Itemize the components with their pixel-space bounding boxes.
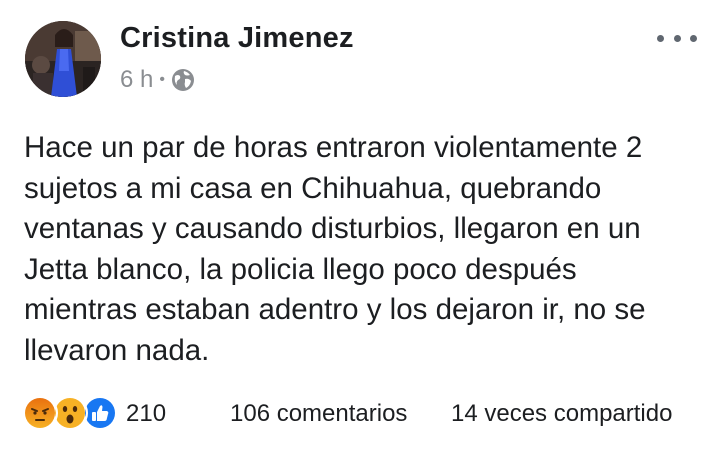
- more-dot: [690, 34, 697, 42]
- post-text-line: llevaron nada.: [24, 333, 210, 367]
- globe-icon[interactable]: [171, 68, 195, 92]
- reaction-count[interactable]: 210: [126, 400, 166, 428]
- post-text-line: ventanas y causando disturbios, llegaron…: [24, 212, 641, 245]
- more-options-icon[interactable]: [657, 26, 697, 50]
- meta-separator: •: [159, 71, 165, 88]
- post-text-line: Hace un par de horas entraron violentame…: [24, 131, 643, 164]
- post-footer: 210 106 comentarios 14 veces compartido: [22, 395, 712, 435]
- author-avatar[interactable]: [25, 21, 101, 97]
- comments-count[interactable]: 106 comentarios: [230, 400, 407, 428]
- post-text-line: mientras estaban adentro y los dejaron i…: [24, 293, 646, 326]
- more-dot: [657, 34, 664, 42]
- author-name[interactable]: Cristina Jimenez: [120, 22, 354, 55]
- post-time[interactable]: 6 h: [120, 66, 153, 94]
- post-text-line: sujetos a mi casa en Chihuahua, quebrand…: [24, 171, 602, 205]
- more-dot: [673, 34, 681, 42]
- post-text: Hace un par de horas entraron violentame…: [24, 128, 714, 371]
- post-text-line: Jetta blanco, la policia llego poco desp…: [24, 252, 577, 286]
- avatar-photo: [25, 21, 101, 97]
- shares-count[interactable]: 14 veces compartido: [451, 400, 672, 428]
- reactions-summary[interactable]: [22, 395, 118, 431]
- angry-reaction-icon: [22, 395, 58, 431]
- post-meta: 6 h •: [120, 66, 195, 94]
